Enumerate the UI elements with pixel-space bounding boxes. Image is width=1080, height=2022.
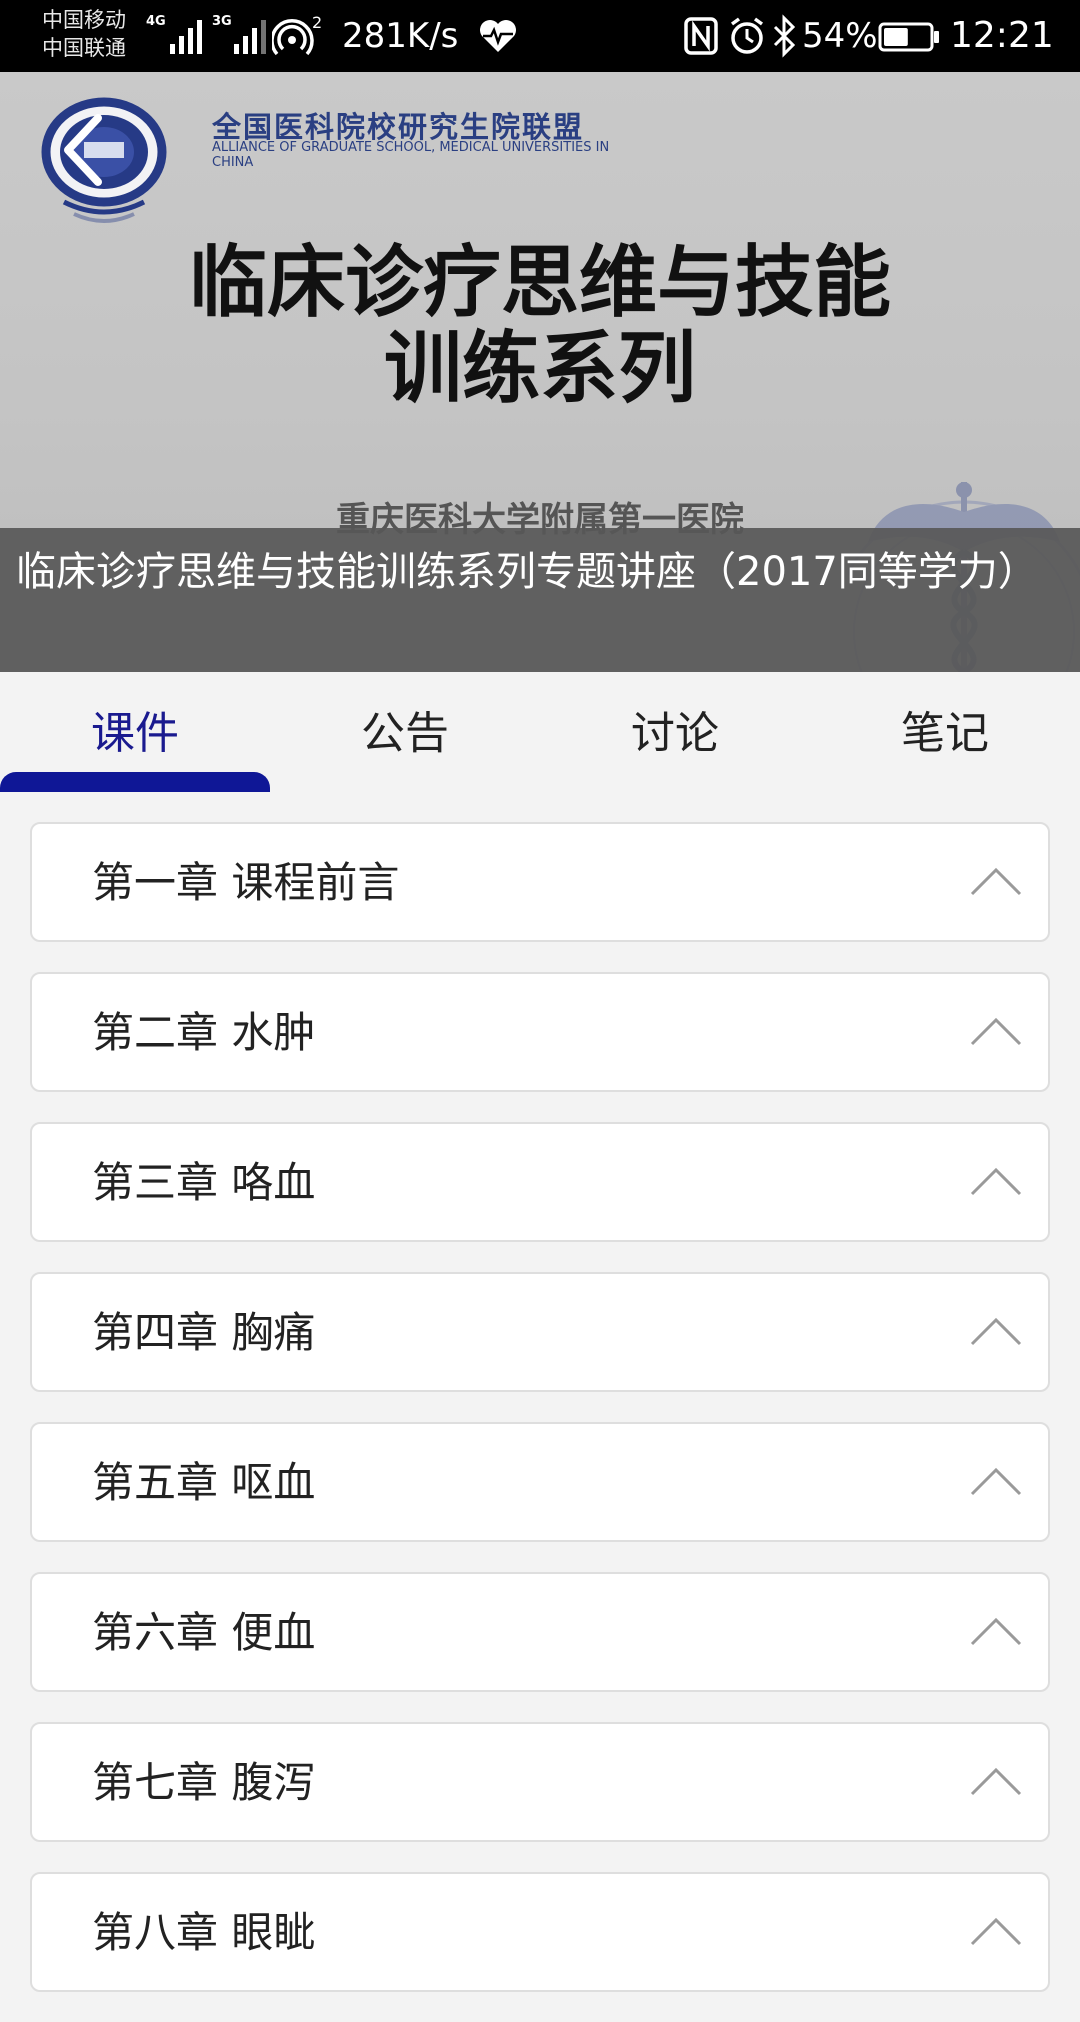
chapter-label: 第六章 便血 <box>92 1608 316 1657</box>
net-speed: 281K/s <box>342 16 459 56</box>
banner-title: 临床诊疗思维与技能 训练系列 <box>60 240 1020 412</box>
chevron-up-icon[interactable] <box>970 1164 1022 1196</box>
chapter-item-8[interactable]: 第八章 眼眦 <box>30 1872 1050 1992</box>
carrier-1: 中国移动 <box>42 8 126 32</box>
chapter-label: 第八章 眼眦 <box>92 1908 316 1957</box>
chapter-label: 第二章 水肿 <box>92 1008 316 1057</box>
chapter-label: 第三章 咯血 <box>92 1158 316 1207</box>
chevron-up-icon[interactable] <box>970 1314 1022 1346</box>
chapter-item-3[interactable]: 第三章 咯血 <box>30 1122 1050 1242</box>
chapter-item-2[interactable]: 第二章 水肿 <box>30 972 1050 1092</box>
tab-discussion[interactable]: 讨论 <box>540 672 810 792</box>
alliance-name-en: ALLIANCE OF GRADUATE SCHOOL, MEDICAL UNI… <box>212 140 610 170</box>
chevron-up-icon[interactable] <box>970 1914 1022 1946</box>
back-button[interactable] <box>52 108 116 192</box>
battery-icon <box>878 22 939 52</box>
status-bar: 中国移动 中国联通 4G 3G 2 281K/s 54% 12:21 <box>0 0 1080 72</box>
chapter-label: 第四章 胸痛 <box>92 1308 316 1357</box>
carrier-names: 中国移动 中国联通 <box>42 6 126 62</box>
bluetooth-icon <box>773 14 796 58</box>
chapter-item-7[interactable]: 第七章 腹泻 <box>30 1722 1050 1842</box>
heart-rate-icon <box>480 20 516 52</box>
active-tab-indicator <box>0 772 270 792</box>
network-type-1: 4G <box>146 14 166 29</box>
chevron-up-icon[interactable] <box>970 1464 1022 1496</box>
hotspot-icon: 2 <box>272 14 322 56</box>
alarm-icon <box>730 17 764 54</box>
chevron-up-icon[interactable] <box>970 1764 1022 1796</box>
carrier-2: 中国联通 <box>42 36 126 60</box>
tab-announcements[interactable]: 公告 <box>270 672 540 792</box>
chevron-up-icon[interactable] <box>970 864 1022 896</box>
chapter-item-4[interactable]: 第四章 胸痛 <box>30 1272 1050 1392</box>
chapter-item-1[interactable]: 第一章 课程前言 <box>30 822 1050 942</box>
course-title-caption: 临床诊疗思维与技能训练系列专题讲座（2017同等学力） <box>0 528 1080 672</box>
clock: 12:21 <box>950 15 1054 56</box>
tab-notes[interactable]: 笔记 <box>810 672 1080 792</box>
chapter-label: 第五章 呕血 <box>92 1458 316 1507</box>
banner-title-line-1: 临床诊疗思维与技能 <box>188 238 891 328</box>
banner-title-line-2: 训练系列 <box>383 324 696 414</box>
chapter-list: 第一章 课程前言 第二章 水肿 第三章 咯血 第四章 胸痛 第五章 呕血 第六章… <box>30 822 1050 2022</box>
chevron-up-icon[interactable] <box>970 1014 1022 1046</box>
network-type-2: 3G <box>212 14 232 29</box>
battery-percent: 54% <box>802 16 878 56</box>
nfc-icon <box>684 17 718 55</box>
course-banner: 全国医科院校研究生院联盟 ALLIANCE OF GRADUATE SCHOOL… <box>0 72 1080 672</box>
hotspot-count: 2 <box>312 14 322 32</box>
chapter-label: 第一章 课程前言 <box>92 858 400 907</box>
chapter-item-5[interactable]: 第五章 呕血 <box>30 1422 1050 1542</box>
chapter-label: 第七章 腹泻 <box>92 1758 316 1807</box>
chapter-item-6[interactable]: 第六章 便血 <box>30 1572 1050 1692</box>
chevron-up-icon[interactable] <box>970 1614 1022 1646</box>
